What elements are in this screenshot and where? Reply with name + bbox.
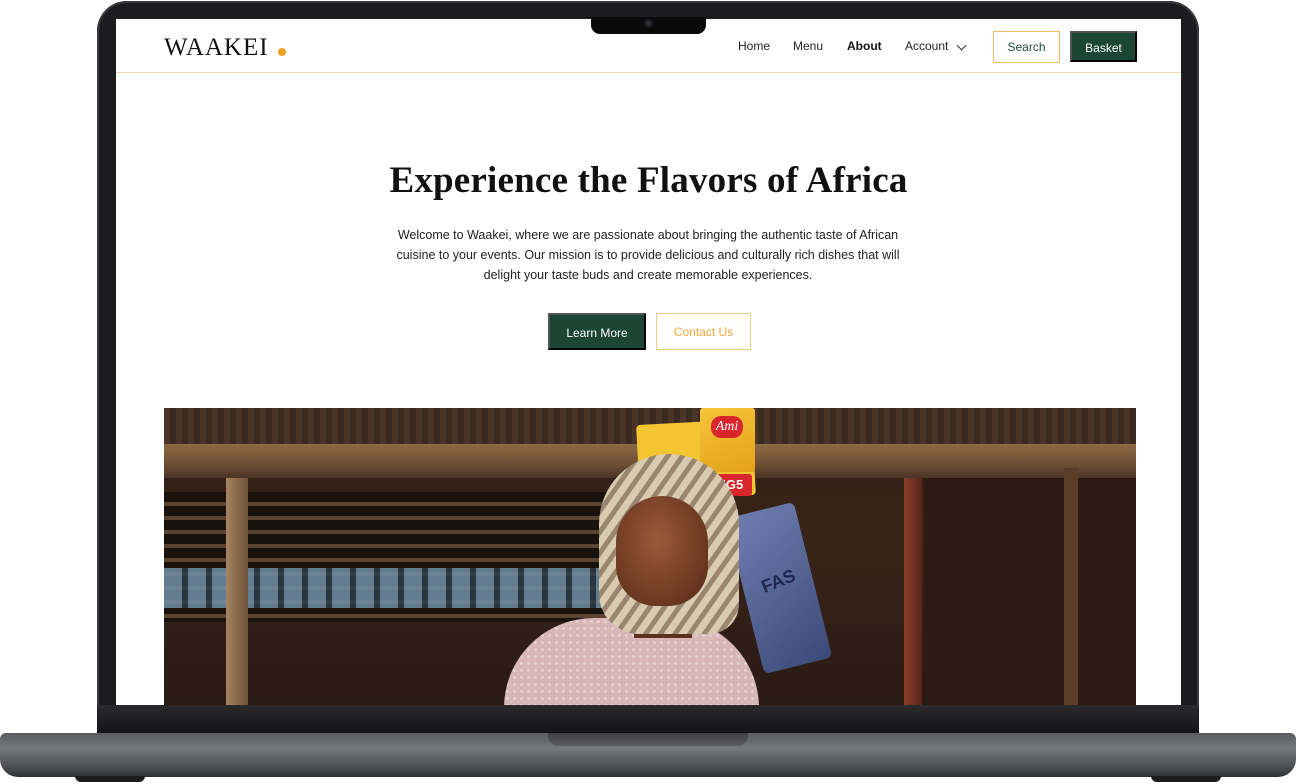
photo-post: [1064, 468, 1078, 705]
search-button[interactable]: Search: [993, 31, 1060, 63]
camera-icon: [644, 19, 653, 28]
nav-account[interactable]: Account: [905, 39, 948, 53]
contact-us-button[interactable]: Contact Us: [656, 313, 751, 350]
learn-more-button[interactable]: Learn More: [548, 313, 646, 350]
nav-about[interactable]: About: [847, 39, 882, 53]
photo-shadow: [924, 468, 1136, 705]
laptop-trackpad-notch: [548, 733, 748, 746]
hero-description: Welcome to Waakei, where we are passiona…: [396, 228, 900, 282]
logo[interactable]: WAAKEI: [164, 34, 269, 62]
chevron-down-icon[interactable]: [956, 40, 967, 51]
hero-title: Experience the Flavors of Africa: [389, 160, 908, 201]
hero-photo: Ami BIG5 FAS: [164, 408, 1136, 705]
screen: WAAKEI Home Menu About Account Search Ba…: [116, 19, 1181, 705]
basket-button[interactable]: Basket: [1070, 31, 1137, 62]
photo-sign-brand: Ami: [711, 416, 743, 438]
camera-notch: [591, 17, 706, 34]
laptop-chin: [97, 705, 1199, 734]
photo-post: [904, 478, 922, 705]
nav-home[interactable]: Home: [738, 39, 770, 53]
logo-dot-icon: [278, 48, 286, 56]
laptop-foot-left: [75, 776, 145, 782]
photo-post: [226, 478, 248, 705]
photo-face: [616, 496, 708, 606]
nav-menu[interactable]: Menu: [793, 39, 823, 53]
laptop-foot-right: [1151, 776, 1221, 782]
